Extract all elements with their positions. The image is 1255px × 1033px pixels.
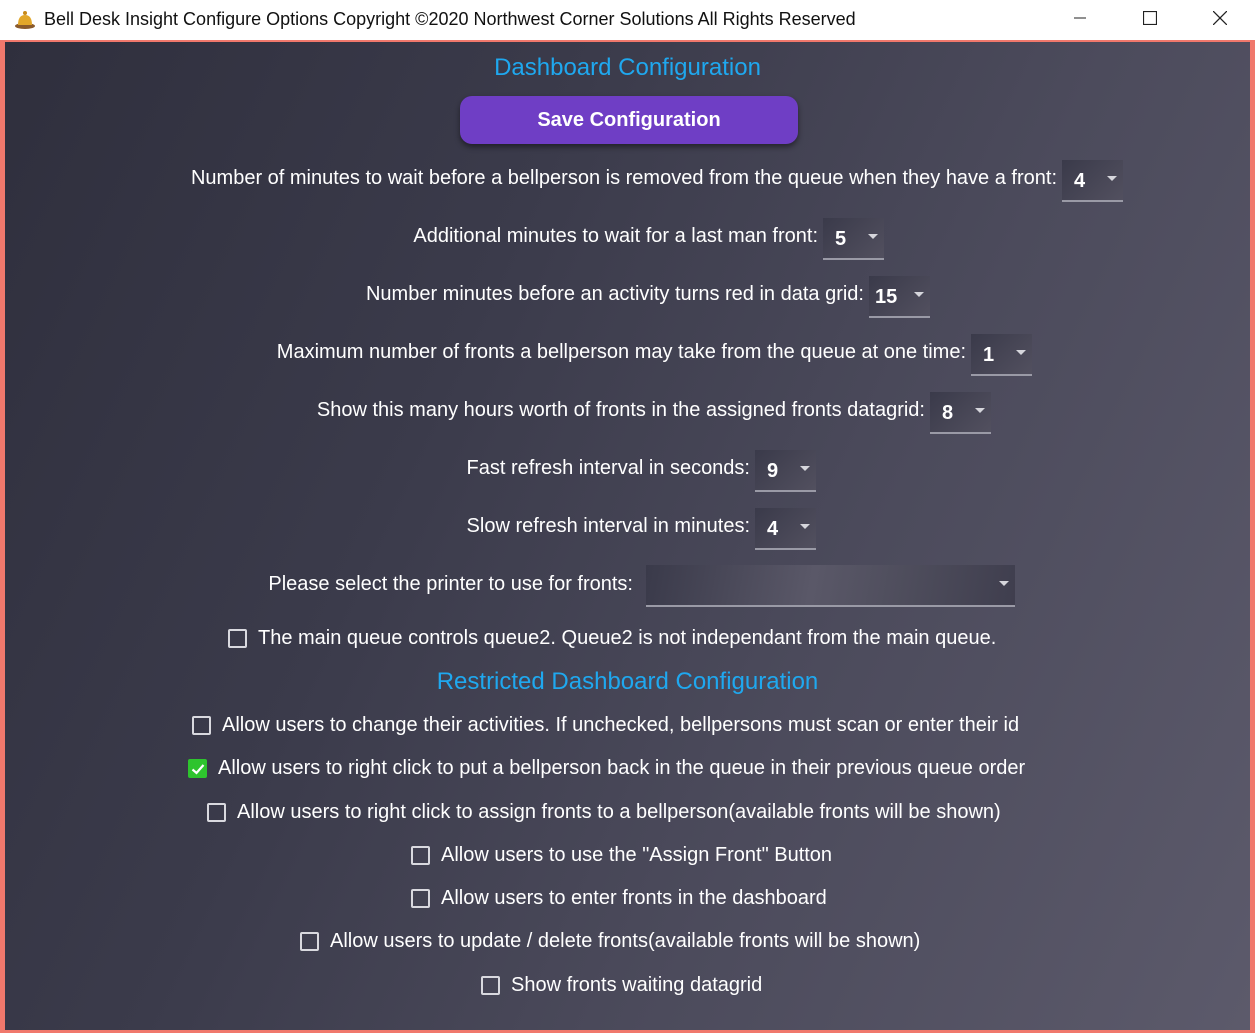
title-bar: Bell Desk Insight Configure Options Copy… [0,0,1255,40]
chevron-down-icon [999,581,1009,586]
enter-fronts-label: Allow users to enter fronts in the dashb… [441,887,827,909]
minimize-icon [1074,17,1086,19]
activity-red-dropdown[interactable]: 15 [869,276,930,318]
slow-refresh-value: 4 [767,518,779,540]
max-fronts-value: 1 [983,344,995,366]
slow-refresh-dropdown[interactable]: 4 [755,508,816,550]
last-man-front-value: 5 [835,228,847,250]
checkmark-icon [191,763,204,775]
restricted-option-enter-fronts[interactable]: Allow users to enter fronts in the dashb… [411,887,827,910]
config-panel: Dashboard Configuration Save Configurati… [5,42,1250,1030]
update-delete-fronts-label: Allow users to update / delete fronts(av… [330,930,921,952]
chevron-down-icon [800,466,810,471]
fast-refresh-label: Fast refresh interval in seconds: [466,457,750,479]
change-activities-checkbox[interactable] [192,716,211,735]
hours-worth-label: Show this many hours worth of fronts in … [316,399,925,421]
minutes-wait-removed-dropdown[interactable]: 4 [1062,160,1123,202]
chevron-down-icon [800,524,810,529]
back-in-queue-checkbox[interactable] [188,759,207,778]
enter-fronts-checkbox[interactable] [411,889,430,908]
fronts-waiting-grid-checkbox[interactable] [481,976,500,995]
chevron-down-icon [914,292,924,297]
save-configuration-button[interactable]: Save Configuration [460,96,798,144]
assign-front-button-label: Allow users to use the "Assign Front" Bu… [441,844,833,866]
last-man-front-label: Additional minutes to wait for a last ma… [413,225,818,247]
assign-front-button-checkbox[interactable] [411,846,430,865]
restricted-option-assign-fronts-right-click[interactable]: Allow users to right click to assign fro… [207,801,1001,824]
minimize-button[interactable] [1045,0,1115,36]
fast-refresh-dropdown[interactable]: 9 [755,450,816,492]
maximize-button[interactable] [1115,0,1185,36]
restricted-option-fronts-waiting-grid[interactable]: Show fronts waiting datagrid [481,974,762,997]
update-delete-fronts-checkbox[interactable] [300,932,319,951]
fast-refresh-value: 9 [767,460,779,482]
queue2-controlled-checkbox[interactable] [228,629,247,648]
minutes-wait-removed-value: 4 [1074,170,1086,192]
chevron-down-icon [868,234,878,239]
dashboard-config-heading: Dashboard Configuration [494,54,761,81]
change-activities-label: Allow users to change their activities. … [222,714,1020,736]
last-man-front-dropdown[interactable]: 5 [823,218,884,260]
close-button[interactable] [1185,0,1255,36]
config-window: Bell Desk Insight Configure Options Copy… [0,0,1255,1033]
assign-fronts-right-click-label: Allow users to right click to assign fro… [237,801,1001,823]
slow-refresh-label: Slow refresh interval in minutes: [466,515,750,537]
restricted-config-heading: Restricted Dashboard Configuration [436,668,819,695]
hours-worth-value: 8 [942,402,954,424]
printer-dropdown[interactable] [646,565,1015,607]
maximize-icon [1143,11,1157,25]
restricted-option-back-in-queue[interactable]: Allow users to right click to put a bell… [188,757,1025,780]
activity-red-value: 15 [875,286,898,308]
hours-worth-dropdown[interactable]: 8 [930,392,991,434]
back-in-queue-label: Allow users to right click to put a bell… [218,757,1026,779]
max-fronts-dropdown[interactable]: 1 [971,334,1032,376]
assign-fronts-right-click-checkbox[interactable] [207,803,226,822]
close-icon [1213,11,1227,25]
bell-icon [14,8,36,30]
window-title: Bell Desk Insight Configure Options Copy… [44,9,856,29]
restricted-option-update-delete-fronts[interactable]: Allow users to update / delete fronts(av… [300,930,920,953]
queue2-controlled-option[interactable]: The main queue controls queue2. Queue2 i… [228,627,996,650]
chevron-down-icon [975,408,985,413]
restricted-option-change-activities[interactable]: Allow users to change their activities. … [192,714,1019,737]
fronts-waiting-grid-label: Show fronts waiting datagrid [511,974,763,996]
chevron-down-icon [1107,176,1117,181]
chevron-down-icon [1016,350,1026,355]
minutes-wait-removed-label: Number of minutes to wait before a bellp… [190,167,1057,189]
activity-red-label: Number minutes before an activity turns … [365,283,864,305]
queue2-controlled-label: The main queue controls queue2. Queue2 i… [258,627,997,649]
restricted-option-assign-front-button[interactable]: Allow users to use the "Assign Front" Bu… [411,844,832,867]
max-fronts-label: Maximum number of fronts a bellperson ma… [276,341,966,363]
printer-label: Please select the printer to use for fro… [268,573,633,595]
